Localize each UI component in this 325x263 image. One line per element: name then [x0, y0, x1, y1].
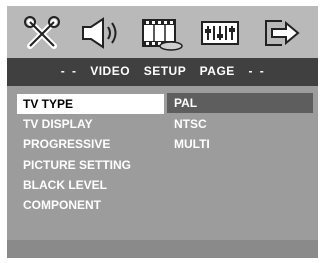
option-multi[interactable]: MULTI	[174, 134, 210, 154]
exit-icon[interactable]	[260, 12, 304, 54]
video-setup-screen: - - VIDEO SETUP PAGE - - TV TYPE TV DISP…	[7, 6, 318, 258]
audio-speaker-icon[interactable]	[79, 12, 123, 54]
menu-item-component[interactable]: COMPONENT	[23, 195, 101, 215]
page-title: - - VIDEO SETUP PAGE - -	[60, 64, 265, 78]
settings-tools-icon[interactable]	[21, 12, 65, 54]
menu-item-progressive[interactable]: PROGRESSIVE	[23, 134, 110, 154]
menu-item-tv-display[interactable]: TV DISPLAY	[23, 114, 93, 134]
video-film-icon[interactable]	[140, 12, 184, 54]
option-pal[interactable]: PAL	[167, 93, 313, 113]
setup-menu: TV TYPE TV DISPLAY PROGRESSIVE PICTURE S…	[7, 86, 318, 258]
page-title-bar: - - VIDEO SETUP PAGE - -	[7, 58, 318, 86]
menu-item-picture-setting[interactable]: PICTURE SETTING	[23, 155, 131, 175]
setup-icon-bar	[7, 6, 318, 58]
menu-item-black-level[interactable]: BLACK LEVEL	[23, 175, 107, 195]
menu-item-tv-type[interactable]: TV TYPE	[17, 94, 164, 114]
status-bar	[7, 240, 318, 258]
preference-icon[interactable]	[198, 12, 242, 54]
option-ntsc[interactable]: NTSC	[174, 114, 207, 134]
